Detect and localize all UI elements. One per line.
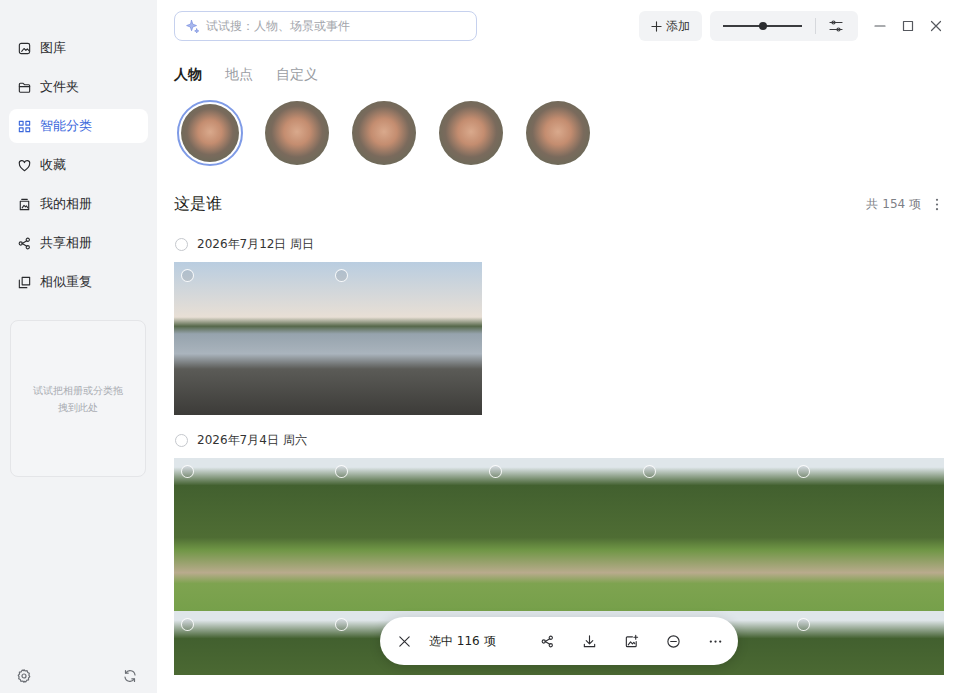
duplicate-icon [17,275,32,290]
plus-icon [651,21,662,32]
person-avatar[interactable] [525,100,591,166]
close-selection-icon[interactable] [397,634,412,649]
photo-checkbox[interactable] [797,465,810,478]
sidebar-item[interactable]: 相似重复 [9,265,148,299]
sidebar-item[interactable]: 智能分类 [9,109,148,143]
group-checkbox[interactable] [175,238,188,251]
remove-icon[interactable] [666,634,681,649]
zoom-knob[interactable] [759,22,767,30]
person-avatar[interactable] [264,100,330,166]
photo-thumbnail[interactable] [328,262,482,415]
close-icon[interactable] [930,20,942,32]
date-label: 2026年7月4日 周六 [197,432,307,449]
sidebar-item[interactable]: 我的相册 [9,187,148,221]
window-controls [874,20,942,32]
person-avatar[interactable] [177,100,243,166]
settings-icon[interactable] [16,668,32,684]
sidebar-item[interactable]: 文件夹 [9,70,148,104]
heart-icon [17,158,32,173]
folder-icon [17,80,32,95]
photo-app: 图库 文件夹 智能分类 收藏 我的相册 共享相册 相似重复 试试把相册或分类拖拽… [0,0,960,693]
top-bar: 试试搜：人物、场景或事件 添加 [174,11,944,41]
share-icon[interactable] [540,634,555,649]
tab[interactable]: 人物 [174,66,202,84]
album-icon [17,197,32,212]
photo-thumbnail[interactable] [174,611,328,675]
photo-checkbox[interactable] [797,618,810,631]
drop-hint: 试试把相册或分类拖拽到此处 [29,382,127,416]
sidebar-item[interactable]: 共享相册 [9,226,148,260]
sidebar: 图库 文件夹 智能分类 收藏 我的相册 共享相册 相似重复 试试把相册或分类拖拽… [0,0,157,693]
date-group: 2026年7月12日 周日 [174,234,944,415]
group-checkbox[interactable] [175,434,188,447]
photo-checkbox[interactable] [335,269,348,282]
date-row: 2026年7月12日 周日 [174,234,944,254]
photo-thumbnail[interactable] [482,458,636,611]
sparkle-icon [185,19,200,34]
item-count: 共 154 项 [866,196,921,213]
add-to-album-icon[interactable] [624,634,639,649]
add-button[interactable]: 添加 [639,11,702,41]
main-panel: 试试搜：人物、场景或事件 添加 人物 地点 自定义 这是谁 共 154 项 2026… [157,0,960,693]
photo-checkbox[interactable] [335,618,348,631]
search-field[interactable]: 试试搜：人物、场景或事件 [174,11,477,41]
date-row: 2026年7月4日 周六 [174,430,944,450]
person-avatar[interactable] [438,100,504,166]
photo-thumbnail[interactable] [174,458,328,611]
share-icon [17,236,32,251]
zoom-slider[interactable] [723,20,802,32]
photo-thumbnail[interactable] [790,611,944,675]
photo-checkbox[interactable] [181,465,194,478]
sidebar-nav: 图库 文件夹 智能分类 收藏 我的相册 共享相册 相似重复 [9,31,148,299]
date-label: 2026年7月12日 周日 [197,236,314,253]
zoom-group [710,11,858,41]
selection-count: 选中 116 项 [429,633,496,650]
person-avatar[interactable] [351,100,417,166]
photo-thumbnail[interactable] [636,458,790,611]
tab[interactable]: 自定义 [276,66,318,84]
photo-checkbox[interactable] [489,465,502,478]
more-actions-icon[interactable] [708,634,723,649]
sidebar-footer [9,668,148,684]
grid-icon [17,119,32,134]
tab-bar: 人物 地点 自定义 [174,66,944,84]
gallery-icon [17,41,32,56]
sync-icon[interactable] [122,668,138,684]
add-label: 添加 [666,18,690,35]
download-icon[interactable] [582,634,597,649]
photo-gallery: 2026年7月12日 周日 2026年7月4日 周六 [174,234,944,675]
photo-checkbox[interactable] [181,618,194,631]
sidebar-item[interactable]: 图库 [9,31,148,65]
drop-zone[interactable]: 试试把相册或分类拖拽到此处 [10,320,146,477]
people-row [174,100,944,166]
selection-bar: 选中 116 项 [380,617,738,665]
filter-icon[interactable] [828,18,844,34]
minimize-icon[interactable] [874,20,886,32]
tab[interactable]: 地点 [225,66,253,84]
photo-thumbnail[interactable] [328,458,482,611]
photo-thumbnail[interactable] [790,458,944,611]
search-placeholder: 试试搜：人物、场景或事件 [206,18,350,35]
sidebar-item[interactable]: 收藏 [9,148,148,182]
photo-thumbnail[interactable] [174,262,328,415]
photo-checkbox[interactable] [643,465,656,478]
photo-grid [174,262,944,415]
more-icon[interactable] [935,198,939,211]
photo-checkbox[interactable] [335,465,348,478]
section-title: 这是谁 [174,194,222,215]
photo-checkbox[interactable] [181,269,194,282]
maximize-icon[interactable] [902,20,914,32]
section-header: 这是谁 共 154 项 [174,192,944,216]
